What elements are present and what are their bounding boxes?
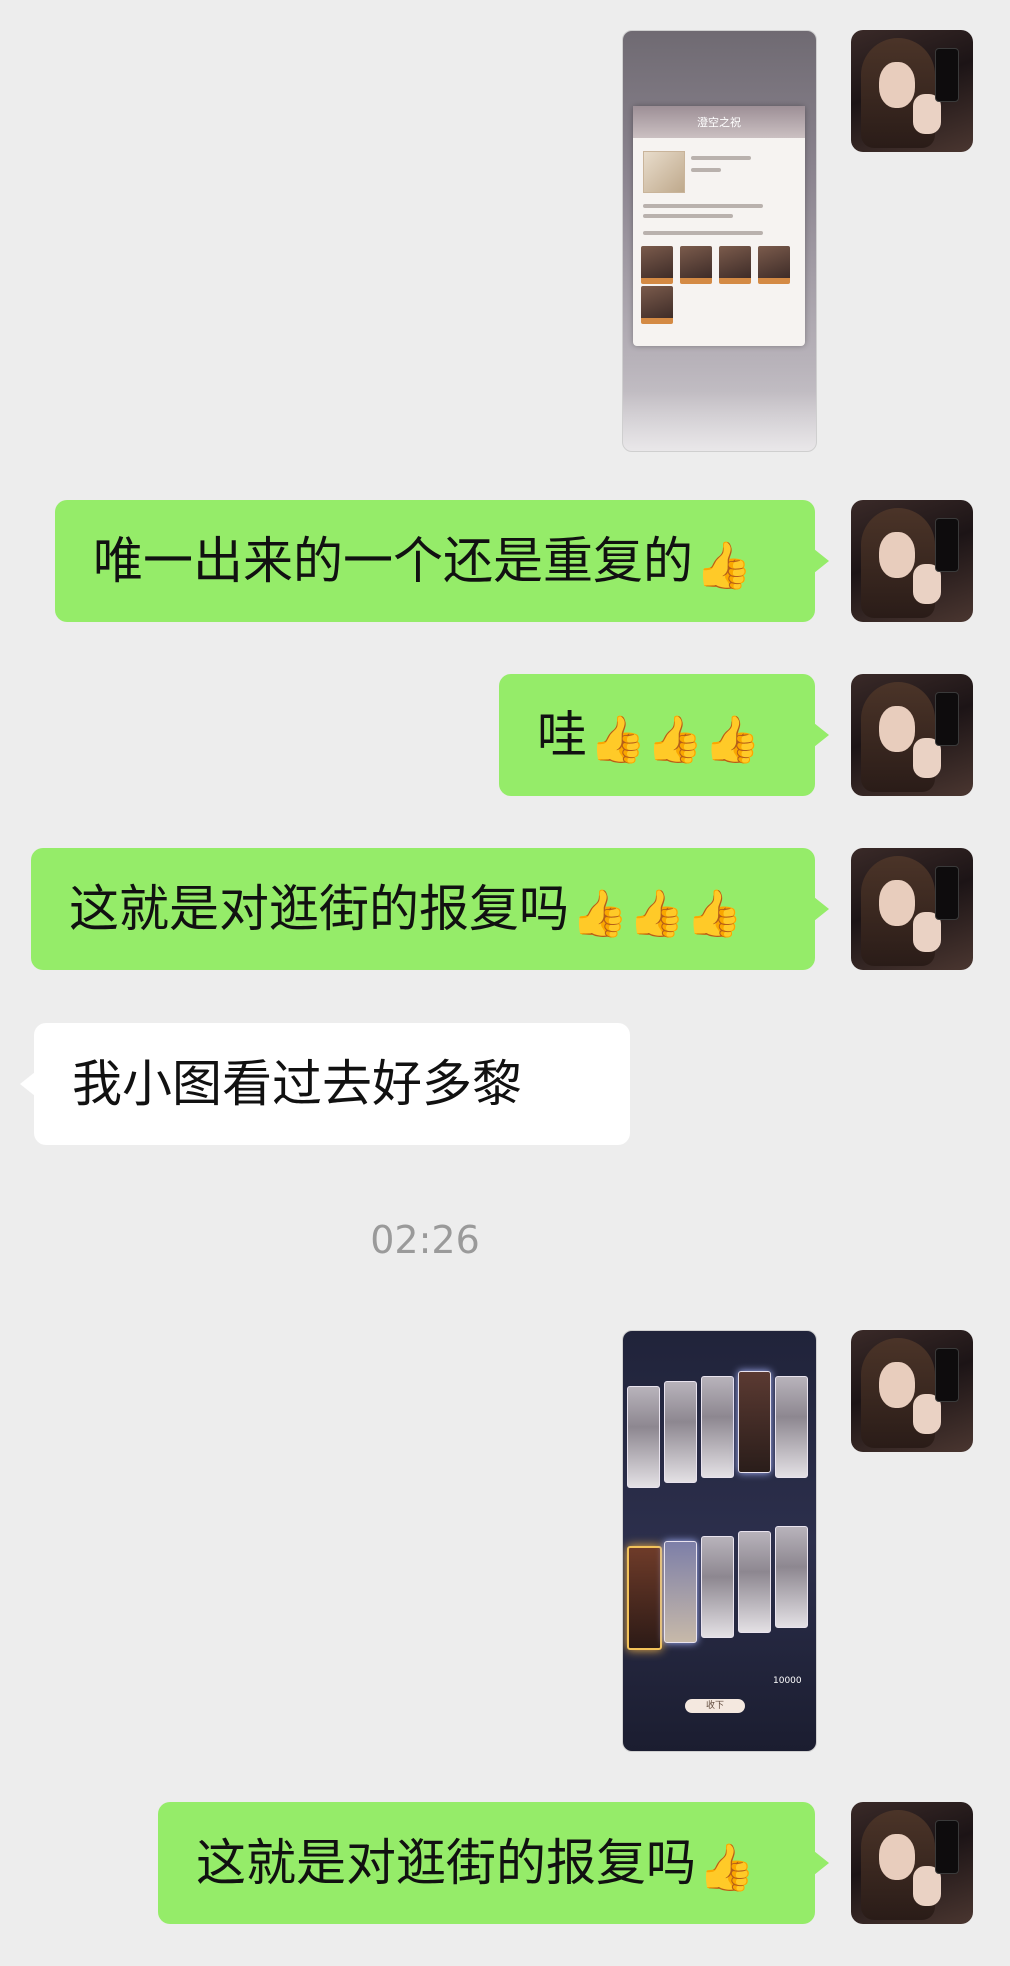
character-card (664, 1541, 697, 1643)
avatar[interactable] (851, 500, 973, 622)
coin-count: 10000 (773, 1676, 802, 1686)
avatar[interactable] (851, 1330, 973, 1452)
thumbs-up-icon: 👍 (698, 1839, 756, 1894)
message-bubble-sent[interactable]: 这就是对逛街的报复吗👍 (158, 1802, 829, 1924)
message-text: 哇 (537, 706, 587, 764)
screenshot-bottom (623, 391, 816, 451)
reward-card (641, 246, 673, 284)
message-bubble-sent[interactable]: 唯一出来的一个还是重复的👍 (55, 500, 829, 622)
avatar[interactable] (851, 674, 973, 796)
reward-card (719, 246, 751, 284)
character-card (701, 1536, 734, 1638)
avatar[interactable] (851, 848, 973, 970)
reward-panel-title: 澄空之祝 (697, 116, 741, 129)
text-line (643, 214, 733, 218)
text-line (691, 156, 751, 160)
thumbs-up-icon: 👍👍👍 (571, 885, 743, 940)
image-message-1[interactable]: 澄空之祝 (622, 30, 817, 452)
character-card (775, 1526, 808, 1628)
character-card (664, 1381, 697, 1483)
message-text: 这就是对逛街的报复吗 (196, 1834, 696, 1892)
message-text: 这就是对逛街的报复吗 (69, 880, 569, 938)
text-line (643, 204, 763, 208)
reward-card (758, 246, 790, 284)
thumbs-up-icon: 👍 (695, 537, 753, 592)
text-line (691, 168, 721, 172)
message-bubble-sent[interactable]: 哇👍👍👍 (499, 674, 829, 796)
character-card (701, 1376, 734, 1478)
chest-icon (643, 151, 685, 193)
character-card (627, 1546, 662, 1650)
character-card (775, 1376, 808, 1478)
avatar[interactable] (851, 1802, 973, 1924)
message-bubble-received[interactable]: 我小图看过去好多黎 (20, 1023, 630, 1145)
message-text: 唯一出来的一个还是重复的 (93, 532, 693, 590)
reward-card (680, 246, 712, 284)
character-card (738, 1531, 771, 1633)
reward-panel: 澄空之祝 (633, 106, 805, 346)
message-bubble-sent[interactable]: 这就是对逛街的报复吗👍👍👍 (31, 848, 829, 970)
timestamp: 02:26 (370, 1218, 480, 1262)
character-card (738, 1371, 771, 1473)
reward-card (641, 286, 673, 324)
collect-button: 收下 (685, 1699, 745, 1713)
image-message-2[interactable]: 10000 收下 (622, 1330, 817, 1752)
text-line (643, 231, 763, 235)
avatar[interactable] (851, 30, 973, 152)
thumbs-up-icon: 👍👍👍 (589, 711, 761, 766)
character-card (627, 1386, 660, 1488)
message-text: 我小图看过去好多黎 (72, 1055, 522, 1113)
